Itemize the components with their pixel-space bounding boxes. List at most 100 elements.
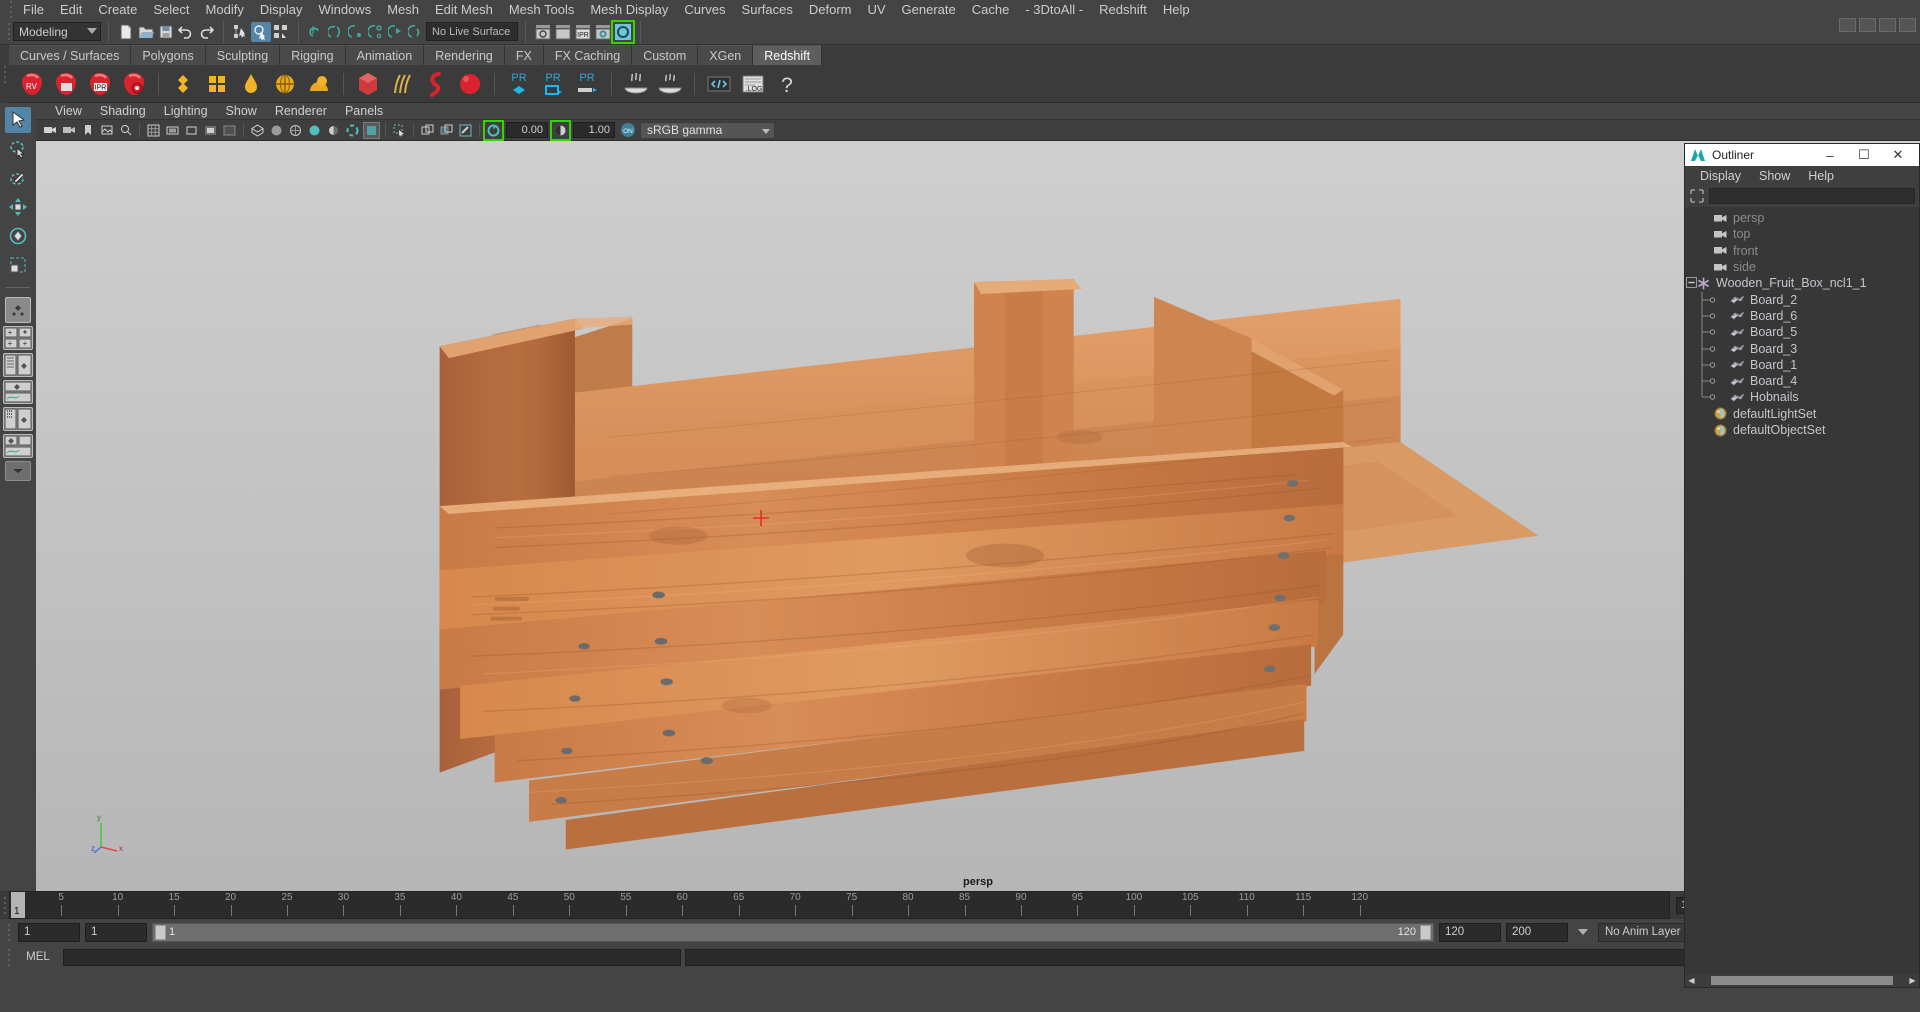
menu-item-deform[interactable]: Deform xyxy=(801,0,860,19)
workspace-icon-3[interactable] xyxy=(1879,18,1896,32)
bookmark-icon[interactable] xyxy=(79,122,96,139)
dome-light-icon[interactable] xyxy=(235,68,267,100)
lasso-select-tool[interactable] xyxy=(5,136,31,162)
outliner-item-board-6[interactable]: Board_6 xyxy=(1685,307,1919,325)
screen-space-ao-icon[interactable] xyxy=(363,121,380,139)
scroll-left-icon[interactable]: ◀ xyxy=(1685,976,1698,985)
panel-menu-panels[interactable]: Panels xyxy=(336,104,392,118)
minimize-icon[interactable]: – xyxy=(1813,144,1847,166)
menu-item-3dtoall[interactable]: - 3DtoAll - xyxy=(1017,0,1091,19)
gate-mask-icon[interactable] xyxy=(202,122,219,139)
menu-item-windows[interactable]: Windows xyxy=(310,0,379,19)
outliner-persp-layout[interactable] xyxy=(3,353,33,377)
time-cursor[interactable]: 1 xyxy=(11,892,25,918)
anim-layer-dropdown-arrow[interactable] xyxy=(1573,923,1593,942)
shelf-tab-fx[interactable]: FX xyxy=(504,45,544,65)
bokeh2-icon[interactable] xyxy=(654,68,686,100)
shelf-tab-sculpting[interactable]: Sculpting xyxy=(205,45,281,65)
shadows-icon[interactable] xyxy=(344,122,361,139)
menu-item-curves[interactable]: Curves xyxy=(676,0,733,19)
hypershade-persp-layout[interactable] xyxy=(3,407,33,431)
shelf-tab-redshift[interactable]: Redshift xyxy=(753,45,823,65)
animation-end-field[interactable]: 200 xyxy=(1506,922,1568,942)
hair-icon[interactable] xyxy=(386,68,418,100)
shelf-tab-polygons[interactable]: Polygons xyxy=(131,45,206,65)
grid-icon[interactable] xyxy=(145,122,162,139)
outliner-item-hobnails[interactable]: Hobnails xyxy=(1685,389,1919,405)
shelf-tab-animation[interactable]: Animation xyxy=(345,45,425,65)
range-end-handle[interactable] xyxy=(1420,924,1431,940)
exposure-icon[interactable] xyxy=(221,122,238,139)
panel-menu-lighting[interactable]: Lighting xyxy=(155,104,217,118)
live-surface-field[interactable]: No Live Surface xyxy=(426,22,518,41)
ipr-icon[interactable]: IPR xyxy=(84,68,116,100)
outliner-item-wooden-fruit-box-ncl1-1[interactable]: Wooden_Fruit_Box_ncl1_1 xyxy=(1685,275,1919,291)
color-management-toggle-icon[interactable]: ON xyxy=(619,122,636,139)
outliner-title-bar[interactable]: Outliner – ☐ ✕ xyxy=(1685,144,1919,166)
new-scene-icon[interactable] xyxy=(116,22,136,42)
outliner-item-board-2[interactable]: Board_2 xyxy=(1685,291,1919,309)
redo-icon[interactable] xyxy=(196,22,216,42)
range-bar[interactable]: 1 120 xyxy=(152,922,1434,942)
paint-select-tool[interactable] xyxy=(5,165,31,191)
workspace-icon-1[interactable] xyxy=(1839,18,1856,32)
material-icon[interactable] xyxy=(352,68,384,100)
pr-point-icon[interactable]: PR xyxy=(503,68,535,100)
panel-menu-show[interactable]: Show xyxy=(217,104,266,118)
open-scene-icon[interactable] xyxy=(136,22,156,42)
shelf-tab-custom[interactable]: Custom xyxy=(632,45,699,65)
film-gate-icon[interactable] xyxy=(164,122,181,139)
textured-icon[interactable] xyxy=(306,122,323,139)
shelf-tab-curves-surfaces[interactable]: Curves / Surfaces xyxy=(9,45,132,65)
menu-item-surfaces[interactable]: Surfaces xyxy=(734,0,801,19)
outliner-item-board-4[interactable]: Board_4 xyxy=(1685,373,1919,391)
resolution-gate-icon[interactable] xyxy=(183,122,200,139)
range-start-field[interactable]: 1 xyxy=(85,922,147,942)
outliner-menu-show[interactable]: Show xyxy=(1750,169,1799,183)
outliner-horizontal-scrollbar[interactable]: ◀ ▶ xyxy=(1685,974,1919,987)
menu-grip[interactable] xyxy=(6,0,15,19)
outliner-item-board-5[interactable]: Board_5 xyxy=(1685,324,1919,342)
toggle-icon[interactable] xyxy=(611,19,635,44)
xray-joints-icon[interactable] xyxy=(457,122,474,139)
pr-rect-icon[interactable]: PR xyxy=(537,68,569,100)
pr-plane-icon[interactable]: PR xyxy=(571,68,603,100)
scale-tool[interactable] xyxy=(5,252,31,278)
outliner-item-top[interactable]: top xyxy=(1685,226,1919,242)
log-icon[interactable]: .LOG xyxy=(737,68,769,100)
smooth-shade-icon[interactable] xyxy=(268,122,285,139)
move-tool[interactable] xyxy=(5,194,31,220)
persp-graph-layout[interactable] xyxy=(3,380,33,404)
menu-item-mesh-tools[interactable]: Mesh Tools xyxy=(501,0,583,19)
scroll-right-icon[interactable]: ▶ xyxy=(1906,976,1919,985)
menu-item-cache[interactable]: Cache xyxy=(964,0,1018,19)
exposure-toggle-icon[interactable] xyxy=(483,119,504,141)
rotate-tool[interactable] xyxy=(5,223,31,249)
menu-item-help[interactable]: Help xyxy=(1155,0,1198,19)
area-light-icon[interactable] xyxy=(303,68,335,100)
snap-to-curve-icon[interactable] xyxy=(326,22,346,42)
wireframe-icon[interactable] xyxy=(249,122,266,139)
outliner-item-side[interactable]: side xyxy=(1685,259,1919,275)
range-start-handle[interactable] xyxy=(155,924,166,940)
gamma-toggle-icon[interactable] xyxy=(550,119,571,141)
isolate-select-icon[interactable] xyxy=(419,122,436,139)
3d-viewport[interactable]: y x z persp xyxy=(36,141,1920,891)
maximize-icon[interactable]: ☐ xyxy=(1847,144,1881,166)
command-language-label[interactable]: MEL xyxy=(17,951,59,963)
outliner-item-defaultobjectset[interactable]: defaultObjectSet xyxy=(1685,422,1919,438)
save-scene-icon[interactable] xyxy=(156,22,176,42)
shelf-tab-xgen[interactable]: XGen xyxy=(698,45,754,65)
statusbar-grip[interactable] xyxy=(4,19,13,44)
outliner-item-board-1[interactable]: Board_1 xyxy=(1685,356,1919,374)
select-camera-icon[interactable] xyxy=(41,122,58,139)
select-by-object-icon[interactable] xyxy=(251,21,271,42)
lighting-icon[interactable] xyxy=(325,122,342,139)
panel-menu-renderer[interactable]: Renderer xyxy=(266,104,336,118)
render-settings-icon[interactable] xyxy=(593,22,613,42)
snap-to-point-icon[interactable] xyxy=(346,22,366,42)
gamma-field[interactable]: 1.00 xyxy=(573,122,615,138)
help-icon[interactable]: ? xyxy=(771,68,803,100)
more-layouts[interactable] xyxy=(5,461,31,481)
menu-item-mesh-display[interactable]: Mesh Display xyxy=(582,0,676,19)
